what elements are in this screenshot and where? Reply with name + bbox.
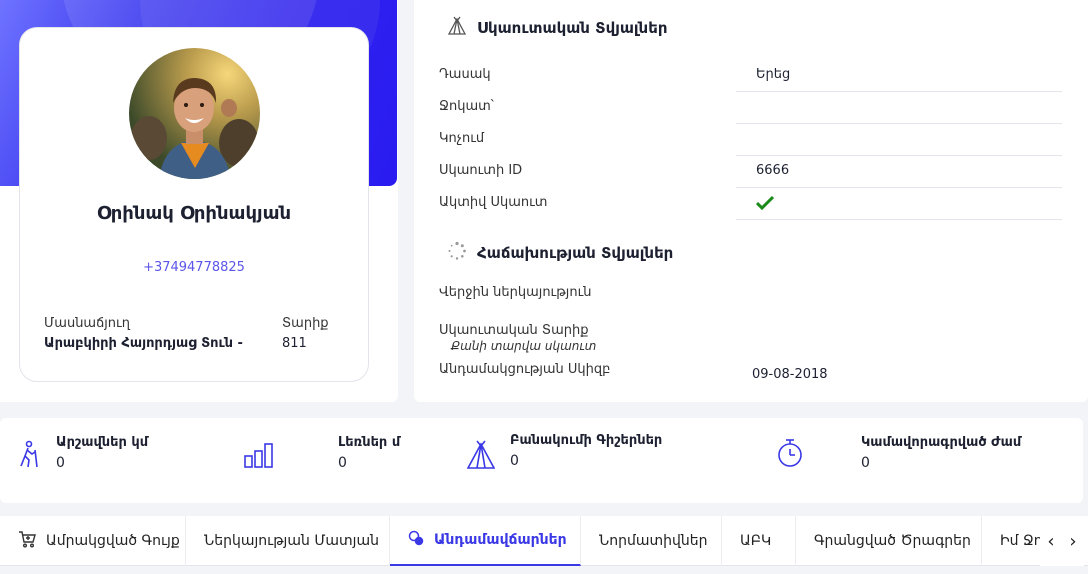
profile-panel: Օրինակ Օրինակյան +37494778825 Մասնաճյուղ… [0,0,398,402]
scout-info-heading: Սկաուտական Տվյալներ [447,16,667,40]
patrol-label: Ջոկատ՝ [439,99,494,114]
active-scout-label: Ակտիվ Սկաուտ [439,195,548,210]
stopwatch-icon [776,438,804,472]
scout-id-label: Սկաուտի ID [439,163,523,178]
row-divider [736,219,1062,220]
tab-attendance-log[interactable]: Ներկայության Մատյան [186,516,390,566]
last-attendance-label: Վերջին ներկայություն [439,285,592,300]
cart-icon [18,530,36,552]
stat-volunteer-hours: Կամավորագրված Ժամ 0 [760,418,1083,503]
profile-card: Օրինակ Օրինակյան +37494778825 Մասնաճյուղ… [19,27,369,382]
membership-start-label: Անդամակցության Սկիզբ [439,362,611,377]
profile-name: Օրինակ Օրինակյան [96,203,292,224]
stat-hiking-value: 0 [56,455,65,471]
profile-phone-link[interactable]: +37494778825 [20,260,368,275]
stat-mountains-m: Լեռներ մ 0 [230,418,460,503]
profile-tabs: Ամրակցված Գույք Ներկայության Մատյան Անդա… [0,516,1088,566]
row-divider [736,187,1062,188]
tent-icon [466,440,496,474]
attendance-heading: Հաճախության Տվյալներ [447,241,673,265]
tab-attendance-log-label: Ներկայության Մատյան [204,533,379,549]
branch-label: Մասնաճյուղ [44,316,130,331]
attendance-title: Հաճախության Տվյալներ [477,244,674,262]
stat-camping-nights: Բանակումի Գիշերներ 0 [460,418,760,503]
age-value: 811 [282,336,307,351]
tent-icon [447,16,467,40]
row-divider [736,155,1062,156]
tabs-scroll-right-icon[interactable]: › [1062,516,1084,566]
stat-hiking-title: Արշավներ կմ [56,435,149,450]
coins-icon [408,530,424,550]
membership-start-value: 09-08-2018 [752,367,828,382]
stat-camping-value: 0 [510,453,519,469]
row-divider [736,123,1062,124]
tab-abk-label: ԱԲԿ [740,533,772,549]
stat-mountains-value: 0 [338,455,347,471]
tab-registered-programs-label: Գրանցված Ծրագրեր [814,533,971,549]
tab-membership-fees[interactable]: Անդամավճարներ [390,516,581,566]
tab-assigned-property-label: Ամրակցված Գույք [46,533,180,549]
tab-abk[interactable]: ԱԲԿ [722,516,796,566]
stat-mountains-title: Լեռներ մ [338,435,401,450]
scout-id-value: 6666 [756,163,790,178]
rank-label: Կոչում [439,131,485,146]
details-panel: Սկաուտական Տվյալներ Դասակ Երեց Ջոկատ՝ Կո… [414,0,1088,402]
tab-standards[interactable]: Նորմատիվներ [581,516,722,566]
unit-value: Երեց [756,67,791,82]
tabs-scroll-left-icon[interactable]: ‹ [1040,516,1062,566]
tab-assigned-property[interactable]: Ամրակցված Գույք [0,516,186,566]
age-label: Տարիք [282,316,329,331]
scout-age-label: Սկաուտական Տարիք [439,323,589,338]
stat-volunteer-title: Կամավորագրված Ժամ [861,435,1022,450]
hiking-icon [16,440,40,472]
avatar[interactable] [129,48,260,179]
tab-membership-fees-label: Անդամավճարներ [434,532,567,548]
branch-value: Արաբկիրի Հայորդյաց Տուն - [44,336,243,351]
tab-standards-label: Նորմատիվներ [599,533,708,549]
stat-camping-title: Բանակումի Գիշերներ [510,433,663,448]
stat-volunteer-value: 0 [861,455,870,471]
unit-label: Դասակ [439,67,491,82]
loading-spinner-icon [447,241,467,265]
tab-registered-programs[interactable]: Գրանցված Ծրագրեր [796,516,982,566]
stat-hiking-km: Արշավներ կմ 0 [0,418,230,503]
bar-chart-icon [244,442,274,472]
stats-bar: Արշավներ կմ 0 Լեռներ մ 0 Բանակումի Գիշեր… [0,418,1083,503]
row-divider [736,91,1062,92]
scout-age-sublabel: Քանի տարվա սկաուտ [451,339,597,353]
scout-info-title: Սկաուտական Տվյալներ [477,19,668,37]
active-scout-check-icon [755,195,775,215]
